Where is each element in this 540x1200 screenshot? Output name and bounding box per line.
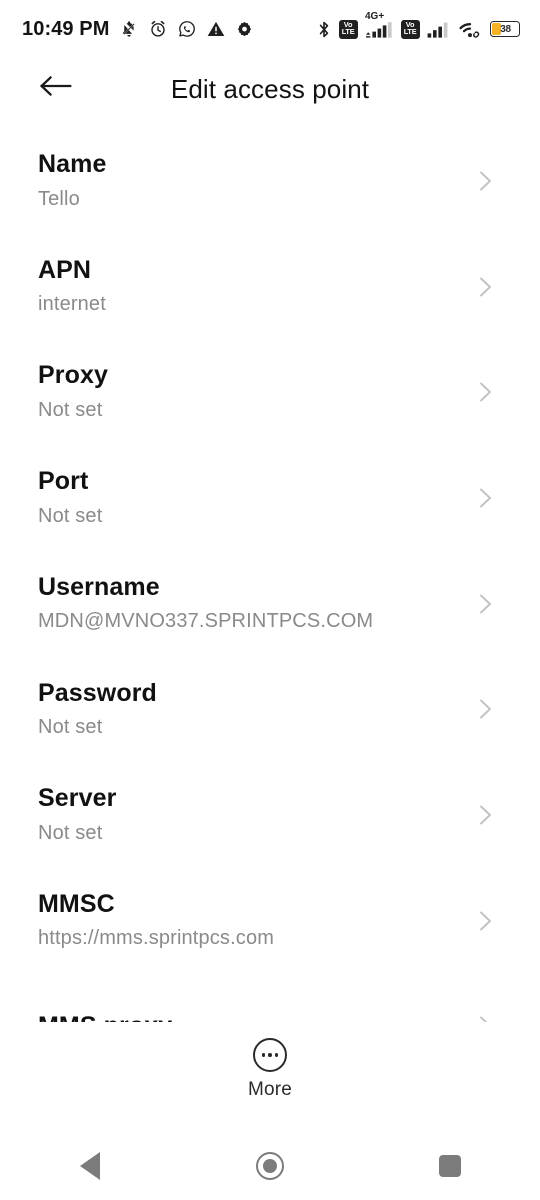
network-type-label: 4G+: [365, 10, 385, 22]
list-item-text: Username MDN@MVNO337.SPRINTPCS.COM: [38, 573, 373, 635]
chevron-right-icon: [472, 908, 498, 934]
nav-back-icon: [80, 1152, 100, 1180]
chevron-right-icon: [472, 485, 498, 511]
arrow-left-icon: [39, 73, 73, 104]
list-item-value: https://mms.sprintpcs.com: [38, 927, 275, 950]
warning-triangle-icon: [206, 19, 226, 39]
status-bar-left: 10:49 PM: [22, 18, 254, 41]
list-item-value: Tello: [38, 187, 80, 210]
more-dot: [261, 1053, 266, 1057]
volte-top-sim1: Vo: [344, 21, 353, 29]
list-item-text: Name Tello: [38, 150, 107, 212]
list-item-value: internet: [38, 293, 106, 316]
nav-home-inner-dot: [263, 1159, 277, 1173]
battery-indicator: 38: [490, 21, 520, 37]
signal-bars-sim2-icon: [427, 21, 452, 38]
more-dot: [268, 1053, 272, 1057]
list-item-value: Not set: [38, 821, 103, 844]
battery-percent-label: 38: [500, 23, 511, 35]
nav-home-button[interactable]: [225, 1132, 315, 1200]
list-item-value: Not set: [38, 398, 103, 421]
more-button-label: More: [247, 1079, 293, 1100]
list-item[interactable]: Port Not set: [0, 445, 540, 551]
chevron-right-icon: [472, 696, 498, 722]
notifications-off-icon: [119, 19, 139, 39]
list-item-title: Server: [38, 784, 117, 813]
bottom-action-bar: More: [0, 1022, 540, 1132]
signal-group-sim1: 4G+: [365, 11, 394, 38]
wifi-icon: [459, 20, 483, 39]
list-item[interactable]: Name Tello: [0, 128, 540, 234]
signal-bars-sim1-icon: [365, 21, 394, 38]
list-item[interactable]: APN internet: [0, 234, 540, 340]
list-item-text: Server Not set: [38, 784, 116, 846]
volte-badge-sim2: Vo LTE: [401, 19, 420, 39]
list-item[interactable]: Username MDN@MVNO337.SPRINTPCS.COM: [0, 551, 540, 657]
nav-recents-button[interactable]: [405, 1132, 495, 1200]
page-title: Edit access point: [170, 73, 370, 104]
list-item[interactable]: Password Not set: [0, 656, 540, 762]
nav-recents-icon: [439, 1155, 461, 1177]
access-point-settings-list[interactable]: Name Tello APN internet Proxy Not set Po…: [0, 128, 540, 1028]
volte-bottom-sim2: LTE: [404, 29, 417, 37]
list-item[interactable]: MMSC https://mms.sprintpcs.com: [0, 868, 540, 974]
chevron-right-icon: [472, 274, 498, 300]
more-dots-circle-icon: [253, 1038, 287, 1072]
volte-top-sim2: Vo: [406, 21, 415, 29]
list-item-text: Proxy Not set: [38, 361, 108, 423]
chevron-right-icon: [472, 802, 498, 828]
status-bar: 10:49 PM Vo LTE 4G+ Vo LTE 38: [0, 0, 540, 58]
list-item[interactable]: Server Not set: [0, 762, 540, 868]
list-item-title: APN: [38, 255, 92, 284]
chevron-right-icon: [472, 168, 498, 194]
list-item-value: Not set: [38, 504, 103, 527]
nav-home-icon: [256, 1152, 284, 1180]
list-item-title: MMSC: [38, 889, 115, 918]
list-item-text: APN internet: [38, 256, 106, 318]
volte-bottom-sim1: LTE: [342, 29, 355, 37]
alarm-clock-icon: [148, 19, 168, 39]
back-button[interactable]: [32, 64, 80, 112]
list-item-value: Not set: [38, 716, 103, 739]
chevron-right-icon: [472, 379, 498, 405]
list-item-text: Password Not set: [38, 679, 157, 741]
list-item-text: Port Not set: [38, 467, 102, 529]
volte-badge-sim1: Vo LTE: [339, 19, 358, 39]
more-button[interactable]: More: [248, 1038, 292, 1101]
list-item-title: Proxy: [38, 361, 108, 390]
list-item-title: Username: [38, 572, 160, 601]
list-item[interactable]: MMS proxy: [0, 974, 540, 1028]
more-dot: [274, 1053, 279, 1057]
nav-back-button[interactable]: [45, 1132, 135, 1200]
list-item-value: MDN@MVNO337.SPRINTPCS.COM: [38, 610, 374, 633]
list-item-title: Port: [38, 467, 89, 496]
bluetooth-icon: [316, 20, 332, 39]
status-bar-clock: 10:49 PM: [22, 17, 110, 40]
list-item[interactable]: Proxy Not set: [0, 339, 540, 445]
list-item-text: MMSC https://mms.sprintpcs.com: [38, 890, 274, 952]
status-bar-right: Vo LTE 4G+ Vo LTE 38: [316, 11, 520, 39]
list-item-title: Name: [38, 150, 107, 179]
list-item-title: Password: [38, 678, 157, 707]
settings-gear-icon: [235, 20, 254, 39]
system-navigation-bar: [0, 1132, 540, 1200]
app-bar: Edit access point: [0, 58, 540, 120]
chevron-right-icon: [472, 591, 498, 617]
whatsapp-icon: [177, 19, 197, 39]
